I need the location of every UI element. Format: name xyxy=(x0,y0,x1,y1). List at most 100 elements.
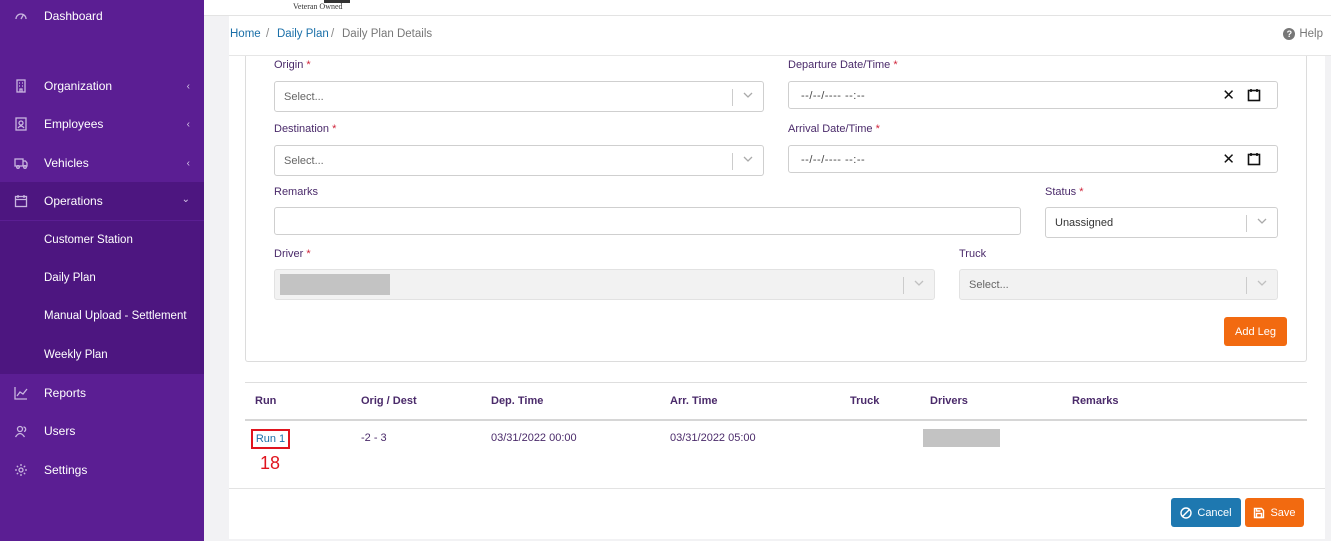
building-icon xyxy=(14,79,28,93)
sidebar: Dashboard Organization ‹ Employees ‹ Veh… xyxy=(0,0,204,541)
status-label: Status * xyxy=(1045,186,1084,198)
save-icon xyxy=(1253,507,1265,519)
sidebar-item-users[interactable]: Users xyxy=(0,412,204,450)
column-header-remarks: Remarks xyxy=(1072,395,1119,407)
sidebar-item-vehicles[interactable]: Vehicles ‹ xyxy=(0,144,204,182)
sidebar-item-operations[interactable]: Operations ⌄ xyxy=(0,182,204,220)
table-header-border xyxy=(245,419,1307,421)
chevron-down-icon xyxy=(913,277,925,289)
add-leg-label: Add Leg xyxy=(1235,325,1276,338)
chevron-down-icon xyxy=(742,89,754,101)
help-link[interactable]: ? Help xyxy=(1283,28,1323,40)
sidebar-item-label: Employees xyxy=(44,117,104,131)
cancel-label: Cancel xyxy=(1197,506,1232,519)
chevron-down-icon xyxy=(1256,277,1268,289)
chevron-down-icon xyxy=(1256,215,1268,227)
origin-select[interactable]: Select... xyxy=(274,81,764,112)
sidebar-item-employees[interactable]: Employees ‹ xyxy=(0,105,204,143)
origin-placeholder: Select... xyxy=(284,91,324,103)
chevron-down-icon xyxy=(742,153,754,165)
sidebar-item-label: Settings xyxy=(44,463,88,477)
top-bar: Veteran Owned xyxy=(204,0,1331,16)
redacted-driver-name xyxy=(280,274,390,295)
save-label: Save xyxy=(1270,506,1296,519)
breadcrumb-separator: / xyxy=(331,28,335,40)
sidebar-item-label: Vehicles xyxy=(44,156,89,170)
dashboard-icon xyxy=(14,9,28,23)
sidebar-item-label: Reports xyxy=(44,386,87,400)
clear-icon[interactable]: ✕ xyxy=(1222,150,1235,168)
redacted-driver-cell xyxy=(923,429,1000,447)
column-header-dep-time: Dep. Time xyxy=(491,395,544,407)
driver-label: Driver * xyxy=(274,248,311,260)
arrival-label: Arrival Date/Time * xyxy=(788,123,880,135)
breadcrumb-daily-plan[interactable]: Daily Plan xyxy=(277,28,329,40)
calendar-icon[interactable] xyxy=(1247,88,1261,102)
departure-datetime-input[interactable]: --/--/---- --:-- ✕ xyxy=(788,81,1278,109)
sidebar-subitem-daily-plan[interactable]: Daily Plan xyxy=(44,272,96,284)
cell-dep-time: 03/31/2022 00:00 xyxy=(491,432,577,444)
cell-arr-time: 03/31/2022 05:00 xyxy=(670,432,756,444)
annotation-marker: 18 xyxy=(260,453,281,473)
cancel-icon xyxy=(1180,506,1193,519)
breadcrumb-current: Daily Plan Details xyxy=(342,28,433,40)
column-header-orig-dest: Orig / Dest xyxy=(361,395,417,407)
truck-label: Truck xyxy=(959,248,987,260)
operations-submenu: Customer Station Daily Plan Manual Uploa… xyxy=(0,221,204,374)
sidebar-subitem-weekly-plan[interactable]: Weekly Plan xyxy=(44,349,108,361)
destination-placeholder: Select... xyxy=(284,155,324,167)
gear-icon xyxy=(14,463,28,477)
chevron-down-icon: ⌄ xyxy=(181,194,190,205)
logo-tagline: Veteran Owned xyxy=(293,2,343,11)
footer-divider xyxy=(229,488,1325,489)
help-label: Help xyxy=(1299,28,1323,40)
sidebar-item-dashboard[interactable]: Dashboard xyxy=(0,0,204,35)
calendar-icon[interactable] xyxy=(1247,152,1261,166)
sidebar-item-label: Dashboard xyxy=(44,9,103,23)
cell-orig-dest: -2 - 3 xyxy=(361,432,387,444)
arrival-datetime-input[interactable]: --/--/---- --:-- ✕ xyxy=(788,145,1278,173)
status-value: Unassigned xyxy=(1055,217,1114,229)
sidebar-item-label: Users xyxy=(44,424,76,438)
departure-label: Departure Date/Time * xyxy=(788,59,898,71)
column-header-drivers: Drivers xyxy=(930,395,968,407)
origin-label: Origin * xyxy=(274,59,311,71)
breadcrumb: Home / Daily Plan / Daily Plan Details ?… xyxy=(229,16,1331,56)
departure-value: --/--/---- --:-- xyxy=(801,90,866,102)
run-link[interactable]: Run 1 xyxy=(251,429,290,449)
column-header-arr-time: Arr. Time xyxy=(670,395,718,407)
calendar-icon xyxy=(14,194,28,208)
chevron-left-icon: ‹ xyxy=(186,157,190,169)
sidebar-item-label: Organization xyxy=(44,79,113,93)
save-button[interactable]: Save xyxy=(1245,498,1304,527)
remarks-label: Remarks xyxy=(274,186,319,198)
truck-placeholder: Select... xyxy=(969,279,1009,291)
users-icon xyxy=(14,424,28,438)
sidebar-subitem-manual-upload-settlement[interactable]: Manual Upload - Settlement xyxy=(44,310,187,322)
chevron-left-icon: ‹ xyxy=(186,80,190,92)
status-select[interactable]: Unassigned xyxy=(1045,207,1278,238)
destination-select[interactable]: Select... xyxy=(274,145,764,176)
table-top-border xyxy=(245,382,1307,383)
column-header-run: Run xyxy=(255,395,277,407)
sidebar-subitem-customer-station[interactable]: Customer Station xyxy=(44,234,133,246)
breadcrumb-home[interactable]: Home xyxy=(230,28,261,40)
destination-label: Destination * xyxy=(274,123,337,135)
remarks-input[interactable] xyxy=(274,207,1021,235)
add-leg-button[interactable]: Add Leg xyxy=(1224,317,1287,346)
driver-select[interactable] xyxy=(274,269,935,300)
breadcrumb-separator: / xyxy=(266,28,270,40)
truck-icon xyxy=(14,156,28,170)
truck-select[interactable]: Select... xyxy=(959,269,1278,300)
sidebar-item-organization[interactable]: Organization ‹ xyxy=(0,67,204,105)
cancel-button[interactable]: Cancel xyxy=(1171,498,1241,527)
sidebar-item-label: Operations xyxy=(44,194,103,208)
chart-line-icon xyxy=(14,386,28,400)
sidebar-item-reports[interactable]: Reports xyxy=(0,374,204,412)
sidebar-item-settings[interactable]: Settings xyxy=(0,451,204,489)
chevron-left-icon: ‹ xyxy=(186,118,190,130)
arrival-value: --/--/---- --:-- xyxy=(801,154,866,166)
employees-icon xyxy=(14,117,28,131)
column-header-truck: Truck xyxy=(850,395,880,407)
clear-icon[interactable]: ✕ xyxy=(1222,86,1235,104)
